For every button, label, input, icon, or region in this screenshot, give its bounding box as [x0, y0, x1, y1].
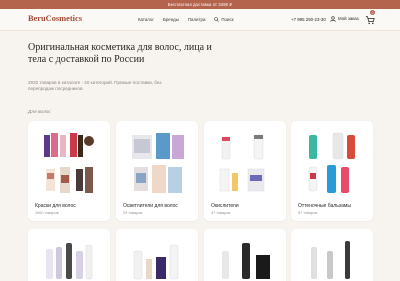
category-count: 29 товаров	[123, 211, 143, 215]
hero-subtitle: 2932 товаров в каталоге · 20 категорий. …	[28, 80, 162, 92]
site-logo[interactable]: BeruCosmetics	[28, 14, 82, 23]
category-count: 1060 товаров	[35, 211, 59, 215]
category-title: Окислители	[211, 203, 239, 209]
category-title: Краски для волос	[35, 203, 76, 209]
promo-banner: Бесплатная доставка от 3490 ₽	[0, 0, 400, 9]
category-card-bleach[interactable]: Осветлители для волос 29 товаров	[116, 121, 198, 221]
category-card-row2-4[interactable]	[291, 229, 373, 281]
account-label: Мой заказ	[338, 16, 359, 21]
category-card-row2-2[interactable]	[116, 229, 198, 281]
search-label: Поиск	[221, 16, 234, 22]
conditioner-products-image	[133, 244, 179, 280]
oxidizer-products-image	[219, 134, 265, 192]
cart-icon[interactable]	[365, 15, 375, 25]
category-title: Оттеночные бальзамы	[298, 203, 351, 209]
nav-palette[interactable]: Палитра	[188, 17, 206, 22]
category-card-row2-1[interactable]	[28, 229, 110, 281]
category-card-oxidizers[interactable]: Окислители 47 товаров	[204, 121, 286, 221]
hair-dye-products-image	[44, 133, 94, 193]
site-header: BeruCosmetics Каталог Бренды Палитра Пои…	[0, 9, 400, 31]
spray-products-image	[311, 241, 350, 279]
mask-products-image	[222, 243, 270, 279]
shampoo-products-image	[46, 243, 93, 280]
category-count: 57 товаров	[298, 211, 318, 215]
category-count: 47 товаров	[211, 211, 231, 215]
user-icon	[330, 15, 336, 22]
account-link[interactable]: Мой заказ	[330, 15, 359, 22]
nav-brands[interactable]: Бренды	[163, 17, 179, 22]
category-card-tint-balms[interactable]: Оттеночные бальзамы 57 товаров	[291, 121, 373, 221]
cart-count-badge: 0	[370, 10, 375, 15]
nav-catalog[interactable]: Каталог	[138, 17, 154, 22]
tint-balm-products-image	[308, 132, 355, 193]
phone-number[interactable]: +7 995 250-23-30	[291, 17, 326, 22]
section-label: Для волос	[28, 110, 51, 115]
category-card-hair-dyes[interactable]: Краски для волос 1060 товаров	[28, 121, 110, 221]
nav-search[interactable]: Поиск	[214, 16, 234, 22]
main-nav: Каталог Бренды Палитра Поиск	[138, 17, 234, 22]
promo-text: Бесплатная доставка от 3490 ₽	[167, 2, 233, 7]
search-icon	[214, 16, 220, 22]
category-card-row2-3[interactable]	[204, 229, 286, 281]
hero-title: Оригинальная косметика для волос, лица и…	[28, 42, 212, 65]
bleach-products-image	[132, 133, 184, 193]
category-title: Осветлители для волос	[123, 203, 178, 209]
